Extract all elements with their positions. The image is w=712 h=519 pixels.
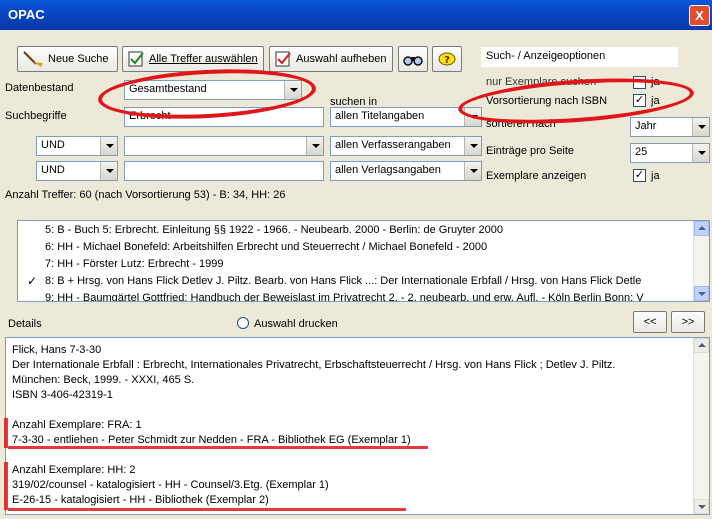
search-term-1-input[interactable]: Erbrecht xyxy=(124,107,324,127)
binoculars-icon xyxy=(403,56,423,66)
chevron-down-icon[interactable] xyxy=(284,81,301,99)
search-field-2-value: allen Verfasserangaben xyxy=(335,139,451,151)
suchbegriffe-label: Suchbegriffe xyxy=(5,110,67,122)
per-page-select[interactable]: 25 xyxy=(630,143,710,163)
chevron-down-icon[interactable] xyxy=(306,137,323,155)
sort-label: sortieren nach xyxy=(486,118,556,130)
binoculars-button[interactable] xyxy=(398,46,428,72)
detail-line: München: Beck, 1999. - XXXI, 465 S. xyxy=(12,374,195,386)
show-copies-checkbox[interactable]: ✓ xyxy=(633,169,646,182)
chevron-down-icon[interactable] xyxy=(100,162,117,180)
presort-checkbox[interactable]: ✓ xyxy=(633,94,646,107)
search-field-1-value: allen Titelangaben xyxy=(335,110,425,122)
detail-line: Flick, Hans 7-3-30 xyxy=(12,344,102,356)
detail-line: Anzahl Exemplare: HH: 2 xyxy=(12,464,136,476)
print-selection-label: Auswahl drucken xyxy=(254,318,338,330)
presort-value: ja xyxy=(651,95,660,107)
title-bar[interactable]: OPAC X xyxy=(0,0,712,30)
search-field-1-select[interactable]: allen Titelangaben xyxy=(330,107,482,127)
presort-label: Vorsortierung nach ISBN xyxy=(486,95,608,107)
list-item[interactable]: 5: B - Buch 5: Erbrecht. Einleitung §§ 1… xyxy=(45,224,503,236)
list-item[interactable]: 6: HH - Michael Bonefeld: Arbeitshilfen … xyxy=(45,241,487,253)
datenbestand-select[interactable]: Gesamtbestand xyxy=(124,80,302,100)
results-scrollbar[interactable] xyxy=(693,221,709,301)
checkmark-icon: ✓ xyxy=(27,274,38,288)
detail-line: Anzahl Exemplare: FRA: 1 xyxy=(12,419,142,431)
per-page-value: 25 xyxy=(635,146,648,158)
sort-value: Jahr xyxy=(635,120,657,132)
operator-2-value: UND xyxy=(41,139,65,151)
operator-3-value: UND xyxy=(41,164,65,176)
help-icon: ? xyxy=(438,52,456,66)
chevron-down-icon[interactable] xyxy=(464,162,481,180)
operator-2-select[interactable]: UND xyxy=(36,136,118,156)
details-panel[interactable]: Flick, Hans 7-3-30 Der Internationale Er… xyxy=(5,337,710,515)
datenbestand-label: Datenbestand xyxy=(5,82,74,94)
show-copies-label: Exemplare anzeigen xyxy=(486,170,587,182)
detail-line: ISBN 3-406-42319-1 xyxy=(12,389,113,401)
sort-select[interactable]: Jahr xyxy=(630,117,710,137)
print-selection-radio[interactable] xyxy=(237,317,249,329)
search-field-2-select[interactable]: allen Verfasserangaben xyxy=(330,136,482,156)
datenbestand-value: Gesamtbestand xyxy=(129,83,207,95)
select-all-icon xyxy=(128,51,144,67)
search-field-3-select[interactable]: allen Verlagsangaben xyxy=(330,161,482,181)
only-copies-value: ja xyxy=(651,76,660,88)
list-item[interactable]: 9: HH - Baumgärtel Gottfried: Handbuch d… xyxy=(45,292,644,301)
search-term-2-input[interactable] xyxy=(124,136,324,156)
list-item[interactable]: 8: B + Hrsg. von Hans Flick Detlev J. Pi… xyxy=(45,275,641,287)
new-search-label: Neue Suche xyxy=(48,53,109,65)
clear-selection-label: Auswahl aufheben xyxy=(296,53,387,65)
window-title: OPAC xyxy=(8,7,45,22)
only-copies-label: nur Exemplare suchen xyxy=(486,76,597,88)
chevron-down-icon[interactable] xyxy=(692,144,709,162)
svg-text:?: ? xyxy=(444,55,450,66)
detail-line: 7-3-30 - entliehen - Peter Schmidt zur N… xyxy=(12,434,411,446)
per-page-label: Einträge pro Seite xyxy=(486,145,575,157)
options-header: Such- / Anzeigeoptionen xyxy=(481,47,678,67)
chevron-down-icon[interactable] xyxy=(464,137,481,155)
list-item[interactable]: 7: HH - Förster Lutz: Erbrecht - 1999 xyxy=(45,258,224,270)
scroll-up-icon[interactable] xyxy=(694,338,709,353)
details-scrollbar[interactable] xyxy=(693,338,709,514)
close-button[interactable]: X xyxy=(689,5,710,26)
new-search-button[interactable]: Neue Suche xyxy=(17,46,118,72)
broom-icon xyxy=(23,51,43,67)
operator-3-select[interactable]: UND xyxy=(36,161,118,181)
scroll-down-icon[interactable] xyxy=(694,286,709,301)
detail-line: Der Internationale Erbfall : Erbrecht, I… xyxy=(12,359,616,371)
select-all-button[interactable]: Alle Treffer auswählen xyxy=(122,46,264,72)
details-label: Details xyxy=(8,318,42,330)
detail-line: E-26-15 - katalogisiert - HH - Bibliothe… xyxy=(12,494,269,506)
chevron-down-icon[interactable] xyxy=(464,108,481,126)
opac-window: OPAC X Neue Suche Alle Treffer auswählen… xyxy=(0,0,712,519)
select-all-label: Alle Treffer auswählen xyxy=(149,53,258,65)
scroll-up-icon[interactable] xyxy=(694,221,709,236)
search-field-3-value: allen Verlagsangaben xyxy=(335,164,441,176)
help-button[interactable]: ? xyxy=(432,46,462,72)
chevron-down-icon[interactable] xyxy=(692,118,709,136)
prev-button[interactable]: << xyxy=(633,311,667,333)
results-list[interactable]: 5: B - Buch 5: Erbrecht. Einleitung §§ 1… xyxy=(17,220,710,302)
hits-summary: Anzahl Treffer: 60 (nach Vorsortierung 5… xyxy=(5,189,286,201)
next-button[interactable]: >> xyxy=(671,311,705,333)
chevron-down-icon[interactable] xyxy=(100,137,117,155)
scroll-down-icon[interactable] xyxy=(694,499,709,514)
deselect-icon xyxy=(275,51,291,67)
clear-selection-button[interactable]: Auswahl aufheben xyxy=(269,46,393,72)
only-copies-checkbox[interactable] xyxy=(633,76,646,89)
search-term-3-input[interactable] xyxy=(124,161,324,181)
show-copies-value: ja xyxy=(651,170,660,182)
detail-line: 319/02/counsel - katalogisiert - HH - Co… xyxy=(12,479,329,491)
